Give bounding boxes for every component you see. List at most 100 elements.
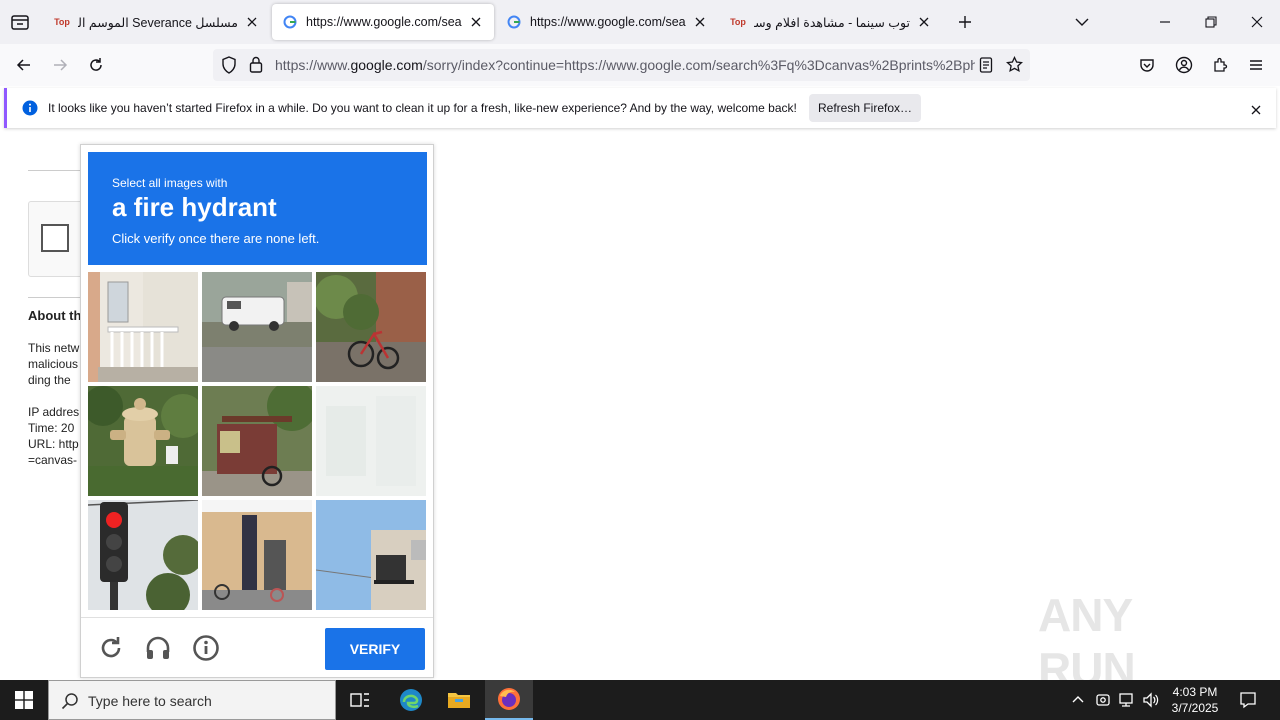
- body-text-line: URL: http: [28, 437, 79, 451]
- tile-building-walkway[interactable]: [202, 500, 312, 610]
- restore-button[interactable]: [1197, 8, 1225, 36]
- reload-icon: [101, 637, 121, 658]
- challenge-target: a fire hydrant: [112, 192, 277, 222]
- info-icon: [22, 100, 38, 121]
- body-text-line: ding the: [28, 373, 71, 387]
- clock-date: 3/7/2025: [1171, 701, 1219, 715]
- search-placeholder: Type here to search: [88, 693, 212, 709]
- address-bar[interactable]: https://www.google.com/sorry/index?conti…: [213, 49, 1030, 81]
- start-button[interactable]: [0, 680, 48, 720]
- tab-severance[interactable]: Top مسلسل Severance الموسم الثاني: [44, 4, 270, 40]
- back-button[interactable]: [11, 52, 37, 78]
- reload-challenge-button[interactable]: [97, 634, 125, 662]
- page-content: About th This netw malicious ding the IP…: [0, 132, 1280, 695]
- account-button[interactable]: [1171, 52, 1197, 78]
- firefox-view-icon: [11, 15, 29, 30]
- info-icon: [193, 635, 219, 661]
- reload-icon: [90, 58, 102, 71]
- tab-top-cinema[interactable]: Top توب سينما - مشاهدة افلام وسلسلات: [720, 4, 942, 40]
- bookmark-star-icon[interactable]: [1006, 55, 1023, 78]
- tab-close-icon[interactable]: [692, 14, 708, 30]
- tab-title: مسلسل Severance الموسم الثاني: [78, 15, 238, 30]
- close-icon: [1251, 16, 1263, 28]
- pocket-icon: [1140, 59, 1154, 72]
- top-cinema-favicon-icon: Top: [730, 17, 746, 27]
- meet-now-tray[interactable]: [1093, 690, 1113, 710]
- menu-button[interactable]: [1243, 52, 1269, 78]
- notification-close-icon[interactable]: [1251, 102, 1261, 120]
- google-favicon-icon: [506, 14, 522, 30]
- new-tab-button[interactable]: [951, 8, 979, 36]
- tracking-shield-icon[interactable]: [221, 56, 237, 79]
- reload-button[interactable]: [83, 52, 109, 78]
- minimize-button[interactable]: [1151, 8, 1179, 36]
- task-view-button[interactable]: [336, 680, 384, 720]
- tile-traffic-light[interactable]: [88, 500, 198, 610]
- arrow-right-icon: [54, 59, 68, 71]
- tab-close-icon[interactable]: [916, 14, 932, 30]
- tile-alley-bicycle[interactable]: [316, 272, 426, 382]
- challenge-header: Select all images with a fire hydrant Cl…: [88, 152, 427, 265]
- tile-faded-blank[interactable]: [316, 386, 426, 496]
- puzzle-icon: [1214, 57, 1228, 72]
- show-hidden-icons-button[interactable]: [1068, 690, 1088, 710]
- firefox-view-button[interactable]: [8, 10, 32, 34]
- notification-icon: [1240, 692, 1256, 709]
- tab-close-icon[interactable]: [468, 14, 484, 30]
- tile-street-van[interactable]: [202, 272, 312, 382]
- verify-button[interactable]: VERIFY: [325, 628, 425, 670]
- tab-close-icon[interactable]: [244, 14, 260, 30]
- forward-button[interactable]: [47, 52, 73, 78]
- url-text[interactable]: https://www.google.com/sorry/index?conti…: [275, 57, 975, 73]
- taskbar-firefox[interactable]: [485, 680, 533, 720]
- taskbar-search-box[interactable]: Type here to search: [48, 680, 336, 720]
- plus-icon: [959, 16, 971, 28]
- tab-google-sorry[interactable]: https://www.google.com/search: [272, 4, 494, 40]
- tab-title: https://www.google.com/search: [306, 15, 462, 29]
- url-prefix: https://www.: [275, 57, 351, 73]
- body-text-line: This netw: [28, 341, 80, 355]
- speaker-icon: [1143, 692, 1159, 708]
- account-icon: [1175, 56, 1193, 74]
- tile-balcony-sky[interactable]: [316, 500, 426, 610]
- refresh-firefox-button[interactable]: Refresh Firefox…: [809, 94, 921, 122]
- tab-title: توب سينما - مشاهدة افلام وسلسلات: [754, 15, 910, 30]
- webcam-icon: [1096, 694, 1110, 706]
- taskbar-file-explorer[interactable]: [435, 680, 483, 720]
- lock-icon[interactable]: [249, 56, 263, 78]
- action-center-button[interactable]: [1238, 690, 1258, 710]
- recaptcha-checkbox[interactable]: [41, 224, 69, 252]
- help-button[interactable]: [192, 634, 220, 662]
- reader-view-icon[interactable]: [979, 57, 993, 78]
- network-tray[interactable]: [1117, 690, 1137, 710]
- body-text-line: malicious: [28, 357, 79, 371]
- tab-title: https://www.google.com/search: [530, 15, 686, 29]
- anyrun-watermark: ANY RUN: [1038, 589, 1238, 695]
- taskbar-edge[interactable]: [387, 680, 435, 720]
- close-window-button[interactable]: [1243, 8, 1271, 36]
- volume-tray[interactable]: [1141, 690, 1161, 710]
- challenge-instruction: Select all images with: [112, 176, 228, 190]
- taskbar-clock[interactable]: 4:03 PM 3/7/2025: [1162, 684, 1228, 716]
- recaptcha-anchor-box: [28, 201, 88, 277]
- list-all-tabs-button[interactable]: [1068, 8, 1096, 36]
- divider: [28, 297, 80, 298]
- edge-icon: [400, 689, 422, 711]
- tile-cart-alley[interactable]: [202, 386, 312, 496]
- tile-fire-hydrant[interactable]: [88, 386, 198, 496]
- audio-challenge-button[interactable]: [144, 634, 172, 662]
- about-heading: About th: [28, 308, 82, 323]
- pocket-button[interactable]: [1134, 52, 1160, 78]
- headphones-icon: [146, 636, 170, 659]
- folder-icon: [448, 693, 470, 708]
- url-suffix: /sorry/index?continue=https://www.google…: [422, 57, 975, 73]
- extensions-button[interactable]: [1207, 52, 1233, 78]
- url-domain: google.com: [350, 57, 423, 73]
- chevron-down-icon: [1075, 18, 1089, 26]
- windows-logo-icon: [15, 691, 33, 709]
- tab-google-search[interactable]: https://www.google.com/search: [496, 4, 718, 40]
- body-text-line: IP addres: [28, 405, 80, 419]
- tile-house-porch[interactable]: [88, 272, 198, 382]
- task-view-icon: [350, 693, 369, 707]
- network-icon: [1119, 693, 1133, 707]
